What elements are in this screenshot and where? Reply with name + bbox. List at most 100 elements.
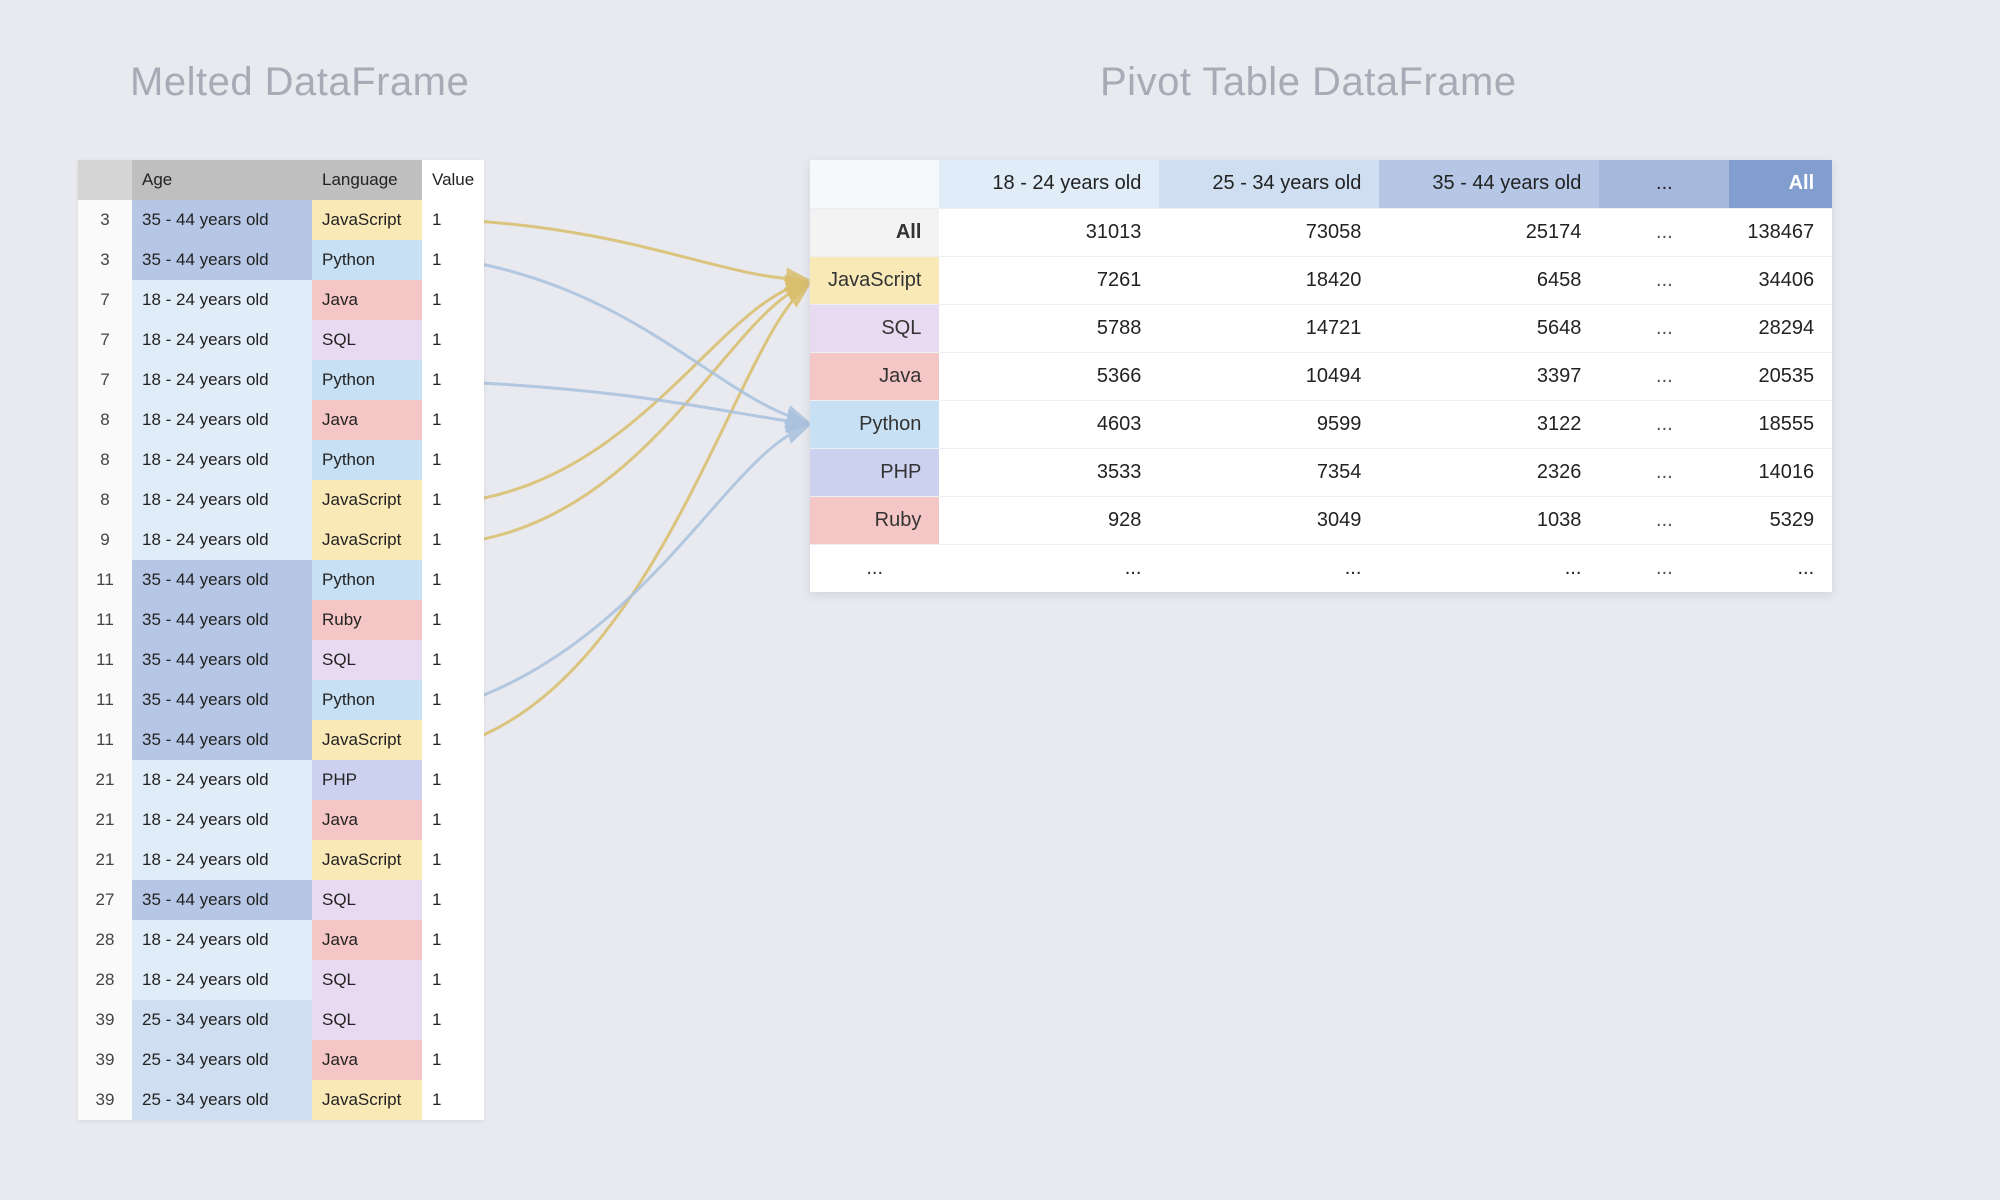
melted-col-index	[78, 160, 132, 200]
melted-cell-value: 1	[422, 680, 484, 720]
melted-row: 2118 - 24 years oldPHP1	[78, 760, 484, 800]
melted-cell-language: JavaScript	[312, 520, 422, 560]
melted-row: 718 - 24 years oldJava1	[78, 280, 484, 320]
melted-row: 2818 - 24 years oldSQL1	[78, 960, 484, 1000]
melted-cell-index: 39	[78, 1040, 132, 1080]
melted-cell-index: 7	[78, 360, 132, 400]
pivot-cell: 4603	[939, 400, 1159, 448]
pivot-col-ellipsis: ...	[1599, 160, 1729, 208]
melted-cell-index: 11	[78, 600, 132, 640]
melted-row: 335 - 44 years oldPython1	[78, 240, 484, 280]
pivot-cell-ellipsis: ...	[1599, 400, 1729, 448]
pivot-cell-all: 20535	[1729, 352, 1832, 400]
pivot-rowheader: PHP	[810, 448, 939, 496]
pivot-cell: 1038	[1379, 496, 1599, 544]
melted-cell-index: 28	[78, 960, 132, 1000]
pivot-cell: 31013	[939, 208, 1159, 256]
melted-cell-value: 1	[422, 560, 484, 600]
melted-cell-index: 21	[78, 840, 132, 880]
melted-cell-language: JavaScript	[312, 720, 422, 760]
pivot-rowheader: Java	[810, 352, 939, 400]
pivot-row: All310137305825174...138467	[810, 208, 1832, 256]
melted-col-value: Value	[422, 160, 484, 200]
melted-cell-age: 35 - 44 years old	[132, 720, 312, 760]
pivot-cell-ellipsis: ...	[1599, 448, 1729, 496]
melted-cell-value: 1	[422, 360, 484, 400]
melted-cell-language: SQL	[312, 640, 422, 680]
melted-cell-language: Java	[312, 800, 422, 840]
melted-cell-value: 1	[422, 960, 484, 1000]
melted-cell-age: 35 - 44 years old	[132, 240, 312, 280]
melted-cell-value: 1	[422, 480, 484, 520]
melted-row: 1135 - 44 years oldJavaScript1	[78, 720, 484, 760]
melted-row: 818 - 24 years oldJava1	[78, 400, 484, 440]
melted-row: 335 - 44 years oldJavaScript1	[78, 200, 484, 240]
pivot-cell-ellipsis: ...	[1599, 352, 1729, 400]
melted-cell-age: 35 - 44 years old	[132, 600, 312, 640]
pivot-cell: 7261	[939, 256, 1159, 304]
pivot-row: Ruby92830491038...5329	[810, 496, 1832, 544]
melted-cell-index: 28	[78, 920, 132, 960]
pivot-cell-all: 34406	[1729, 256, 1832, 304]
pivot-cell-ellipsis: ...	[1599, 256, 1729, 304]
melted-cell-value: 1	[422, 840, 484, 880]
melted-cell-value: 1	[422, 440, 484, 480]
pivot-cell-all: 18555	[1729, 400, 1832, 448]
melted-header-row: Age Language Value	[78, 160, 484, 200]
melted-cell-age: 18 - 24 years old	[132, 840, 312, 880]
title-pivot: Pivot Table DataFrame	[1100, 60, 1517, 105]
pivot-rowheader: ...	[810, 544, 939, 592]
pivot-cell: 3049	[1159, 496, 1379, 544]
pivot-col-25-34: 25 - 34 years old	[1159, 160, 1379, 208]
melted-cell-index: 8	[78, 400, 132, 440]
pivot-cell: 6458	[1379, 256, 1599, 304]
pivot-cell: 928	[939, 496, 1159, 544]
melted-row: 2818 - 24 years oldJava1	[78, 920, 484, 960]
pivot-cell: 7354	[1159, 448, 1379, 496]
pivot-cell-ellipsis: ...	[1599, 544, 1729, 592]
pivot-rowheader: SQL	[810, 304, 939, 352]
melted-cell-language: JavaScript	[312, 480, 422, 520]
melted-cell-language: SQL	[312, 960, 422, 1000]
melted-cell-age: 18 - 24 years old	[132, 320, 312, 360]
pivot-cell-all: 5329	[1729, 496, 1832, 544]
melted-cell-index: 11	[78, 560, 132, 600]
melted-cell-age: 18 - 24 years old	[132, 360, 312, 400]
pivot-cell-all: ...	[1729, 544, 1832, 592]
melted-cell-value: 1	[422, 800, 484, 840]
melted-cell-age: 18 - 24 years old	[132, 400, 312, 440]
melted-cell-index: 11	[78, 680, 132, 720]
melted-cell-age: 18 - 24 years old	[132, 280, 312, 320]
melted-row: 818 - 24 years oldJavaScript1	[78, 480, 484, 520]
melted-cell-language: PHP	[312, 760, 422, 800]
melted-cell-age: 18 - 24 years old	[132, 760, 312, 800]
melted-cell-language: SQL	[312, 320, 422, 360]
melted-cell-value: 1	[422, 520, 484, 560]
pivot-corner	[810, 160, 939, 208]
melted-row: 918 - 24 years oldJavaScript1	[78, 520, 484, 560]
pivot-col-18-24: 18 - 24 years old	[939, 160, 1159, 208]
melted-cell-language: JavaScript	[312, 840, 422, 880]
melted-cell-age: 25 - 34 years old	[132, 1000, 312, 1040]
pivot-row: Java5366104943397...20535	[810, 352, 1832, 400]
title-melted: Melted DataFrame	[130, 60, 469, 105]
melted-cell-value: 1	[422, 400, 484, 440]
melted-cell-age: 25 - 34 years old	[132, 1080, 312, 1120]
melted-row: 818 - 24 years oldPython1	[78, 440, 484, 480]
melted-row: 2735 - 44 years oldSQL1	[78, 880, 484, 920]
melted-row: 3925 - 34 years oldJava1	[78, 1040, 484, 1080]
melted-body: 335 - 44 years oldJavaScript1335 - 44 ye…	[78, 200, 484, 1120]
pivot-cell: 73058	[1159, 208, 1379, 256]
melted-cell-index: 21	[78, 800, 132, 840]
melted-cell-index: 9	[78, 520, 132, 560]
melted-cell-value: 1	[422, 1040, 484, 1080]
melted-cell-age: 35 - 44 years old	[132, 640, 312, 680]
melted-cell-age: 18 - 24 years old	[132, 920, 312, 960]
pivot-table: 18 - 24 years old 25 - 34 years old 35 -…	[810, 160, 1832, 592]
melted-cell-language: Python	[312, 560, 422, 600]
melted-cell-value: 1	[422, 320, 484, 360]
pivot-cell: ...	[1379, 544, 1599, 592]
melted-cell-age: 18 - 24 years old	[132, 440, 312, 480]
pivot-cell-ellipsis: ...	[1599, 496, 1729, 544]
pivot-cell-all: 14016	[1729, 448, 1832, 496]
